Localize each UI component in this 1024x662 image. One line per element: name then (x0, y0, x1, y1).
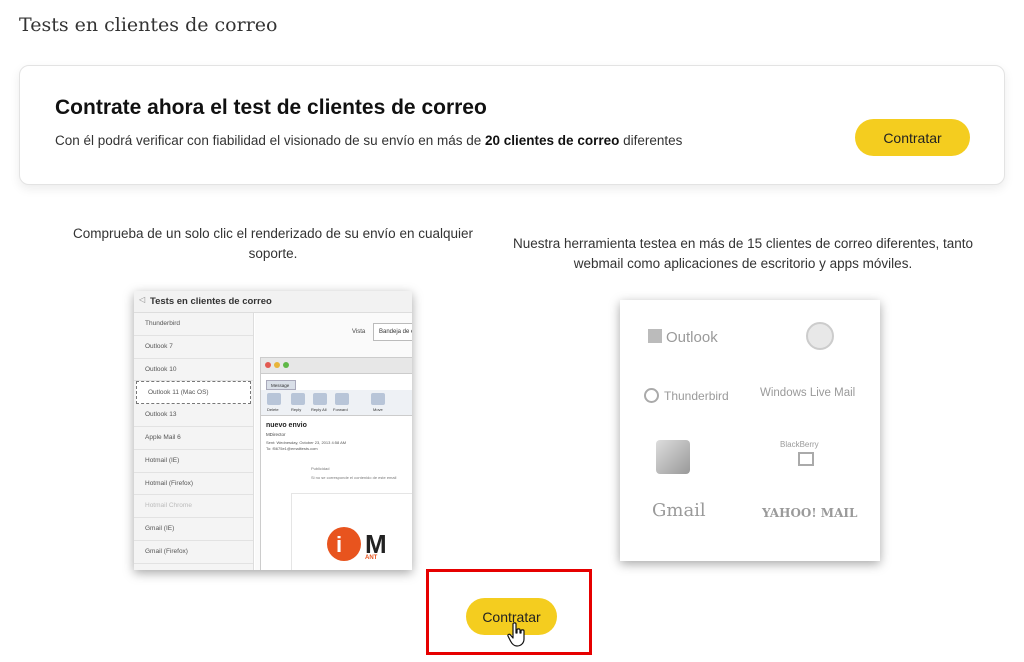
mail-to: To: f5675e1@emailtests.com (266, 446, 318, 451)
windows-live-mail-logo: Windows Live Mail (760, 387, 856, 399)
brand-sub: ANT (365, 555, 378, 561)
caption-right: Nuestra herramienta testea en más de 15 … (512, 236, 973, 271)
promo-text: Con él podrá verificar con fiabilidad el… (55, 133, 682, 148)
promo-text-suffix: diferentes (619, 133, 683, 148)
thunderbird-icon (644, 388, 659, 403)
client-item: Outlook 10 (134, 359, 253, 382)
yahoo-mail-logo: YAHOO! MAIL (762, 506, 858, 520)
gmail-logo: Gmail (652, 500, 706, 521)
page-title: Tests en clientes de correo (19, 14, 278, 36)
action-label: Delete (267, 407, 279, 412)
close-dot-icon (265, 362, 271, 368)
client-item: Hotmail Chrome (134, 495, 253, 519)
mail-from: MDirector (266, 432, 286, 437)
promo-text-bold: 20 clientes de correo (485, 133, 620, 148)
move-icon (371, 393, 385, 405)
client-item: Apple Mail 6 (134, 427, 253, 450)
apple-mail-icon (656, 440, 690, 474)
contratar-button-top[interactable]: Contratar (855, 119, 970, 156)
client-item-selected: Outlook 11 (Mac OS) (136, 381, 251, 405)
mail-body: Publicidad Si no se corresponde el conte… (311, 464, 396, 482)
mail-body-line: Si no se corresponde el contenido de est… (311, 475, 397, 480)
reply-all-icon (313, 393, 327, 405)
client-item: Gmail (Firefox) (134, 541, 253, 564)
client-item: Thunderbird (134, 313, 253, 336)
client-tests-screenshot: ◁ Tests en clientes de correo Thunderbir… (134, 291, 412, 570)
client-item: Hotmail (IE) (134, 450, 253, 473)
vista-select: Bandeja de entrada (373, 323, 412, 341)
action-label: Reply All (311, 407, 327, 412)
thunderbird-logo: Thunderbird (664, 389, 729, 403)
mail-subject: nuevo envio (266, 422, 307, 429)
action-label: Reply (291, 407, 302, 412)
outlook-icon (648, 329, 662, 343)
screenshot-header: ◁ Tests en clientes de correo (134, 291, 412, 313)
screenshot-header-title: Tests en clientes de correo (150, 296, 272, 307)
mail-titlebar (261, 358, 412, 374)
client-item: Outlook 7 (134, 336, 253, 359)
action-label: Forward (333, 407, 348, 412)
client-item: Gmail (IE) (134, 518, 253, 541)
mail-tab: Message (266, 380, 296, 390)
back-arrow-icon: ◁ (139, 295, 146, 304)
mail-meta: Sent: Wednesday, October 23, 2013 4:58 A… (266, 440, 346, 452)
promo-card: Contrate ahora el test de clientes de co… (19, 65, 1005, 185)
caption-left: Comprueba de un solo clic el renderizado… (73, 226, 473, 261)
outlook-logo-text: Outlook (666, 329, 718, 346)
vista-label: Vista (352, 329, 366, 335)
preview-area: Vista Bandeja de entrada Message Delete … (255, 313, 412, 570)
blackberry-envelope-icon (798, 452, 814, 466)
delete-icon (267, 393, 281, 405)
promo-heading: Contrate ahora el test de clientes de co… (55, 96, 487, 119)
mail-body-line: Publicidad (311, 466, 330, 471)
hand-cursor-icon (507, 622, 525, 647)
forward-icon (335, 393, 349, 405)
reply-icon (291, 393, 305, 405)
brand-logo-icon: i (327, 527, 361, 561)
action-label: Move (373, 407, 383, 412)
minimize-dot-icon (274, 362, 280, 368)
outlook-logo: Outlook (648, 329, 718, 346)
client-logos-screenshot: Outlook Thunderbird Windows Live Mail Bl… (620, 300, 880, 561)
mail-actions: Delete Reply Reply All Forward Move (261, 390, 412, 416)
zoom-dot-icon (283, 362, 289, 368)
blackberry-logo: BlackBerry (780, 440, 819, 449)
client-item: Outlook 13 (134, 404, 253, 427)
mail-client-icon (806, 322, 834, 350)
promo-text-prefix: Con él podrá verificar con fiabilidad el… (55, 133, 486, 148)
client-list: Thunderbird Outlook 7 Outlook 10 Outlook… (134, 313, 254, 570)
client-item: Hotmail (Firefox) (134, 473, 253, 496)
